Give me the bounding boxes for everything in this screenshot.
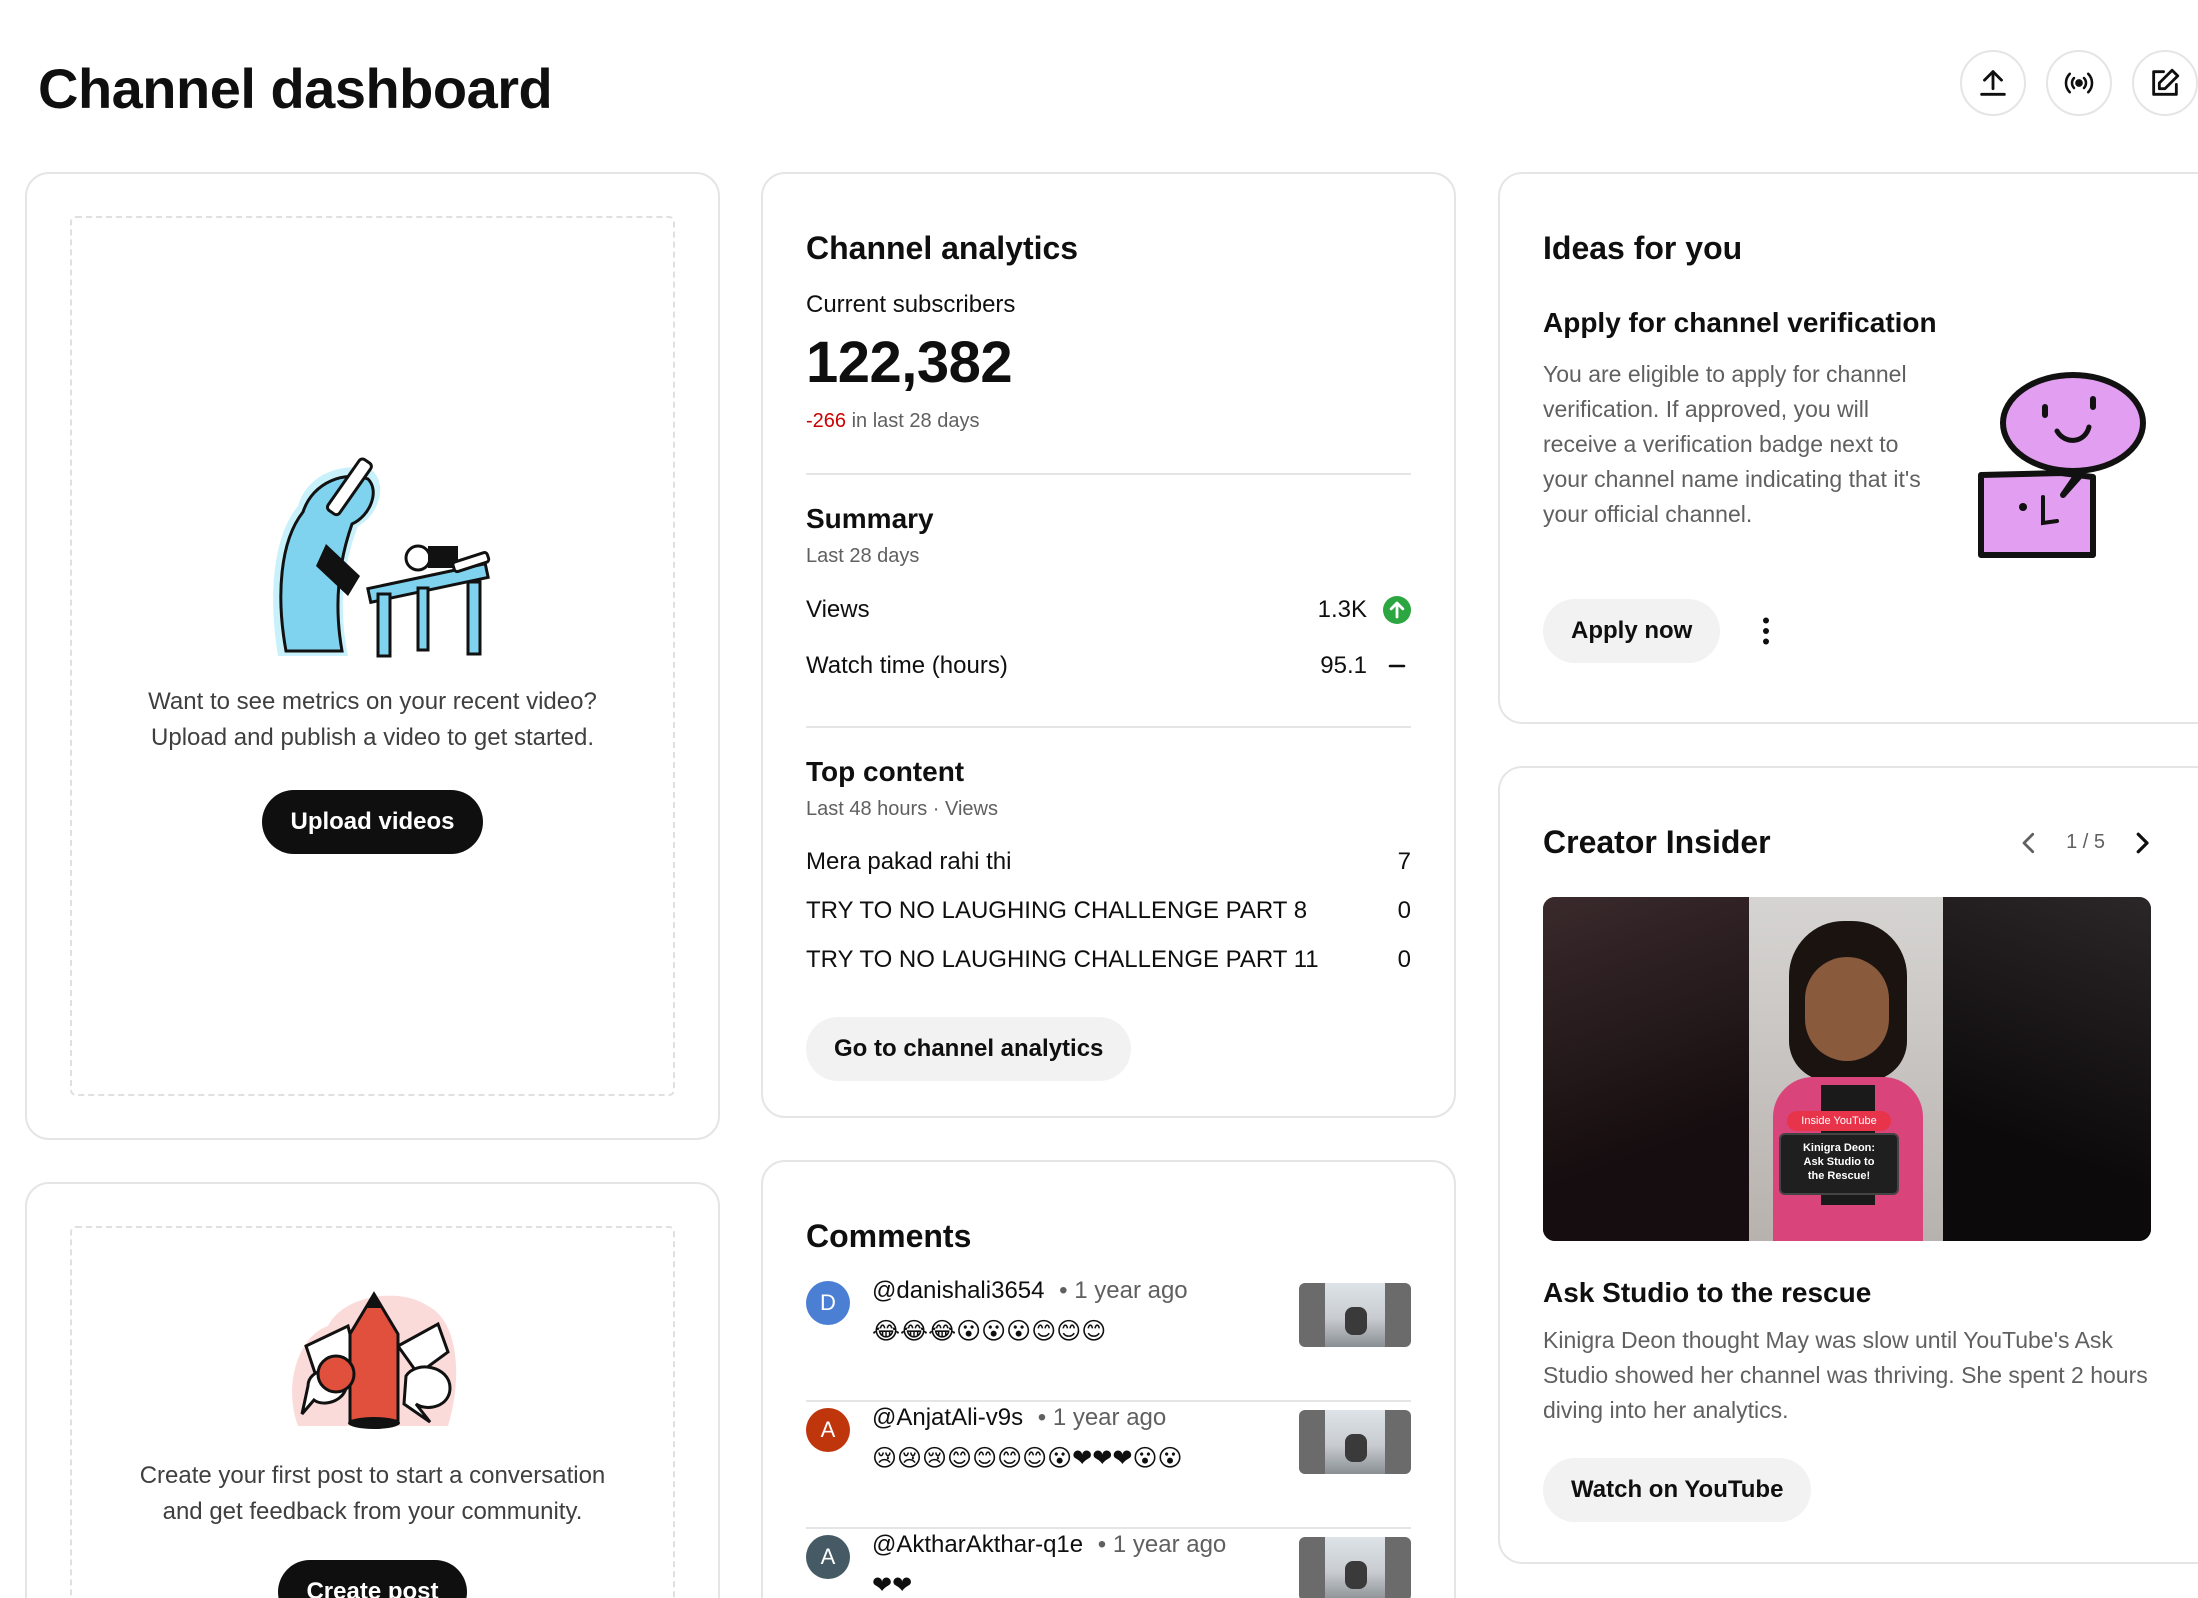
comment-author[interactable]: @AktharAkthar-q1e <box>872 1531 1083 1558</box>
channel-analytics-card: Channel analytics Current subscribers 12… <box>761 172 1456 1118</box>
subscribers-change-suffix: in last 28 days <box>851 410 980 432</box>
subscribers-label: Current subscribers <box>806 291 1016 318</box>
creator-insider-title: Creator Insider <box>1543 824 1771 860</box>
avatar[interactable]: D <box>806 1281 850 1325</box>
up-arrow-icon <box>1383 596 1411 624</box>
avatar[interactable]: A <box>806 1535 850 1579</box>
pager-indicator: 1 / 5 <box>2066 831 2105 853</box>
more-options-icon[interactable] <box>1748 613 1784 649</box>
chevron-right-icon[interactable] <box>2127 828 2157 858</box>
page-title: Channel dashboard <box>38 57 553 120</box>
subscribers-change-value: -266 <box>806 410 847 432</box>
empty-post-text-line2: and get feedback from your community. <box>162 1498 583 1525</box>
chevron-left-icon[interactable] <box>2014 828 2044 858</box>
go-to-channel-analytics-button[interactable]: Go to channel analytics <box>806 1017 1132 1081</box>
upload-videos-button[interactable]: Upload videos <box>262 790 483 854</box>
subscribers-change: -266 in last 28 days <box>806 410 1411 433</box>
top-content-title: Top content <box>806 756 965 787</box>
dash-icon <box>1388 664 1406 668</box>
divider <box>806 473 1411 475</box>
empty-video-text-line1: Want to see metrics on your recent video… <box>148 688 597 715</box>
ideas-title: Ideas for you <box>1543 230 1743 266</box>
comment-video-thumbnail[interactable] <box>1299 1410 1411 1474</box>
empty-post-text-line1: Create your first post to start a conver… <box>139 1462 606 1489</box>
views-value: 1.3K <box>1317 596 1367 623</box>
create-post-button[interactable]: Create post <box>278 1560 467 1598</box>
comment-time: • 1 year ago <box>1059 1277 1188 1304</box>
pencil-illustration-icon <box>291 1291 456 1429</box>
create-post-header-button[interactable] <box>2132 50 2198 116</box>
recent-video-empty-area: Want to see metrics on your recent video… <box>70 216 675 1096</box>
empty-video-text-line2: Upload and publish a video to get starte… <box>151 724 594 751</box>
summary-subtitle: Last 28 days <box>806 545 920 567</box>
summary-title: Summary <box>806 503 934 534</box>
apply-now-button[interactable]: Apply now <box>1543 599 1721 663</box>
thumb-caption-line2: Ask Studio to <box>1803 1156 1875 1168</box>
top-content-views-3: 0 <box>1397 946 1411 973</box>
analytics-title: Channel analytics <box>806 230 1079 266</box>
recent-video-card: Want to see metrics on your recent video… <box>25 172 720 1140</box>
top-content-subtitle: Last 48 hours · Views <box>806 798 998 820</box>
watch-time-value: 95.1 <box>1320 652 1367 679</box>
microscope-illustration-icon <box>272 457 490 658</box>
thumb-tag: Inside YouTube <box>1787 1111 1891 1131</box>
ideas-card: Ideas for you Apply for channel verifica… <box>1498 172 2198 724</box>
create-post-empty-area: Create your first post to start a conver… <box>70 1226 675 1598</box>
avatar[interactable]: A <box>806 1408 850 1452</box>
comment-text: 😢😢😢😊😊😊😊😮❤❤❤😮😮 <box>872 1445 1183 1472</box>
create-post-card: Create your first post to start a conver… <box>25 1182 720 1598</box>
comment-text: 😂😂😂😮😮😮😊😊😊 <box>872 1318 1107 1345</box>
header-actions <box>1960 50 2198 116</box>
thumb-caption-line1: Kinigra Deon: <box>1802 1142 1876 1154</box>
watch-on-youtube-button[interactable]: Watch on YouTube <box>1543 1458 1812 1522</box>
comment-time: • 1 year ago <box>1097 1531 1227 1558</box>
comment-time: • 1 year ago <box>1037 1404 1167 1431</box>
comment-item[interactable]: A @AnjatAli-v9s • 1 year ago 😢😢😢😊😊😊😊😮❤❤❤… <box>806 1404 1411 1529</box>
comment-item[interactable]: D @danishali3654 • 1 year ago 😂😂😂😮😮😮😊😊😊 <box>806 1277 1411 1402</box>
edit-icon <box>2152 68 2180 96</box>
views-label: Views <box>806 596 870 623</box>
go-live-button[interactable] <box>2046 50 2112 116</box>
comment-video-thumbnail[interactable] <box>1299 1537 1411 1598</box>
top-content-row[interactable]: TRY TO NO LAUGHING CHALLENGE PART 11 0 <box>806 945 1411 975</box>
top-content-row[interactable]: TRY TO NO LAUGHING CHALLENGE PART 8 0 <box>806 896 1411 926</box>
upload-button[interactable] <box>1960 50 2026 116</box>
comments-list: D @danishali3654 • 1 year ago 😂😂😂😮😮😮😊😊😊 … <box>806 1277 1411 1598</box>
top-content-title-1[interactable]: Mera pakad rahi thi <box>806 848 1011 876</box>
top-content-title-3[interactable]: TRY TO NO LAUGHING CHALLENGE PART 11 <box>806 946 1319 974</box>
top-content-row[interactable]: Mera pakad rahi thi 7 <box>806 847 1411 877</box>
top-content-views-2: 0 <box>1397 897 1411 924</box>
comment-author[interactable]: @danishali3654 <box>872 1277 1045 1304</box>
watch-time-label: Watch time (hours) <box>806 652 1008 679</box>
comments-card: Comments D @danishali3654 • 1 year ago 😂… <box>761 1160 1456 1598</box>
upload-icon <box>1980 70 2006 96</box>
comment-item[interactable]: A @AktharAkthar-q1e • 1 year ago ❤❤ <box>806 1531 1411 1598</box>
comment-text: ❤❤ <box>872 1572 913 1598</box>
live-icon <box>2064 72 2094 94</box>
subscribers-count: 122,382 <box>806 330 1013 395</box>
summary-row-views: Views 1.3K <box>806 594 1411 626</box>
insider-video-title[interactable]: Ask Studio to the rescue <box>1543 1277 2155 1309</box>
insider-video-thumbnail[interactable]: Inside YouTube Kinigra Deon: Ask Studio … <box>1543 897 2151 1241</box>
comments-title: Comments <box>806 1218 972 1254</box>
idea-description: You are eligible to apply for channel ve… <box>1543 361 1921 527</box>
idea-title: Apply for channel verification <box>1543 307 1937 338</box>
creator-insider-card: Creator Insider 1 / 5 Inside YouTube Kin… <box>1498 766 2198 1564</box>
summary-row-watch-time: Watch time (hours) 95.1 <box>806 650 1411 682</box>
thumb-caption-line3: the Rescue! <box>1807 1170 1871 1182</box>
divider <box>806 726 1411 728</box>
insider-video-description: Kinigra Deon thought May was slow until … <box>1543 1327 2148 1423</box>
top-content-title-2[interactable]: TRY TO NO LAUGHING CHALLENGE PART 8 <box>806 897 1307 925</box>
comment-author[interactable]: @AnjatAli-v9s <box>872 1404 1023 1431</box>
thumb-caption: Kinigra Deon: Ask Studio to the Rescue! <box>1779 1133 1899 1195</box>
top-content-views-1: 7 <box>1397 848 1411 875</box>
chat-bubble-illustration-icon <box>1978 372 2146 558</box>
comment-video-thumbnail[interactable] <box>1299 1283 1411 1347</box>
